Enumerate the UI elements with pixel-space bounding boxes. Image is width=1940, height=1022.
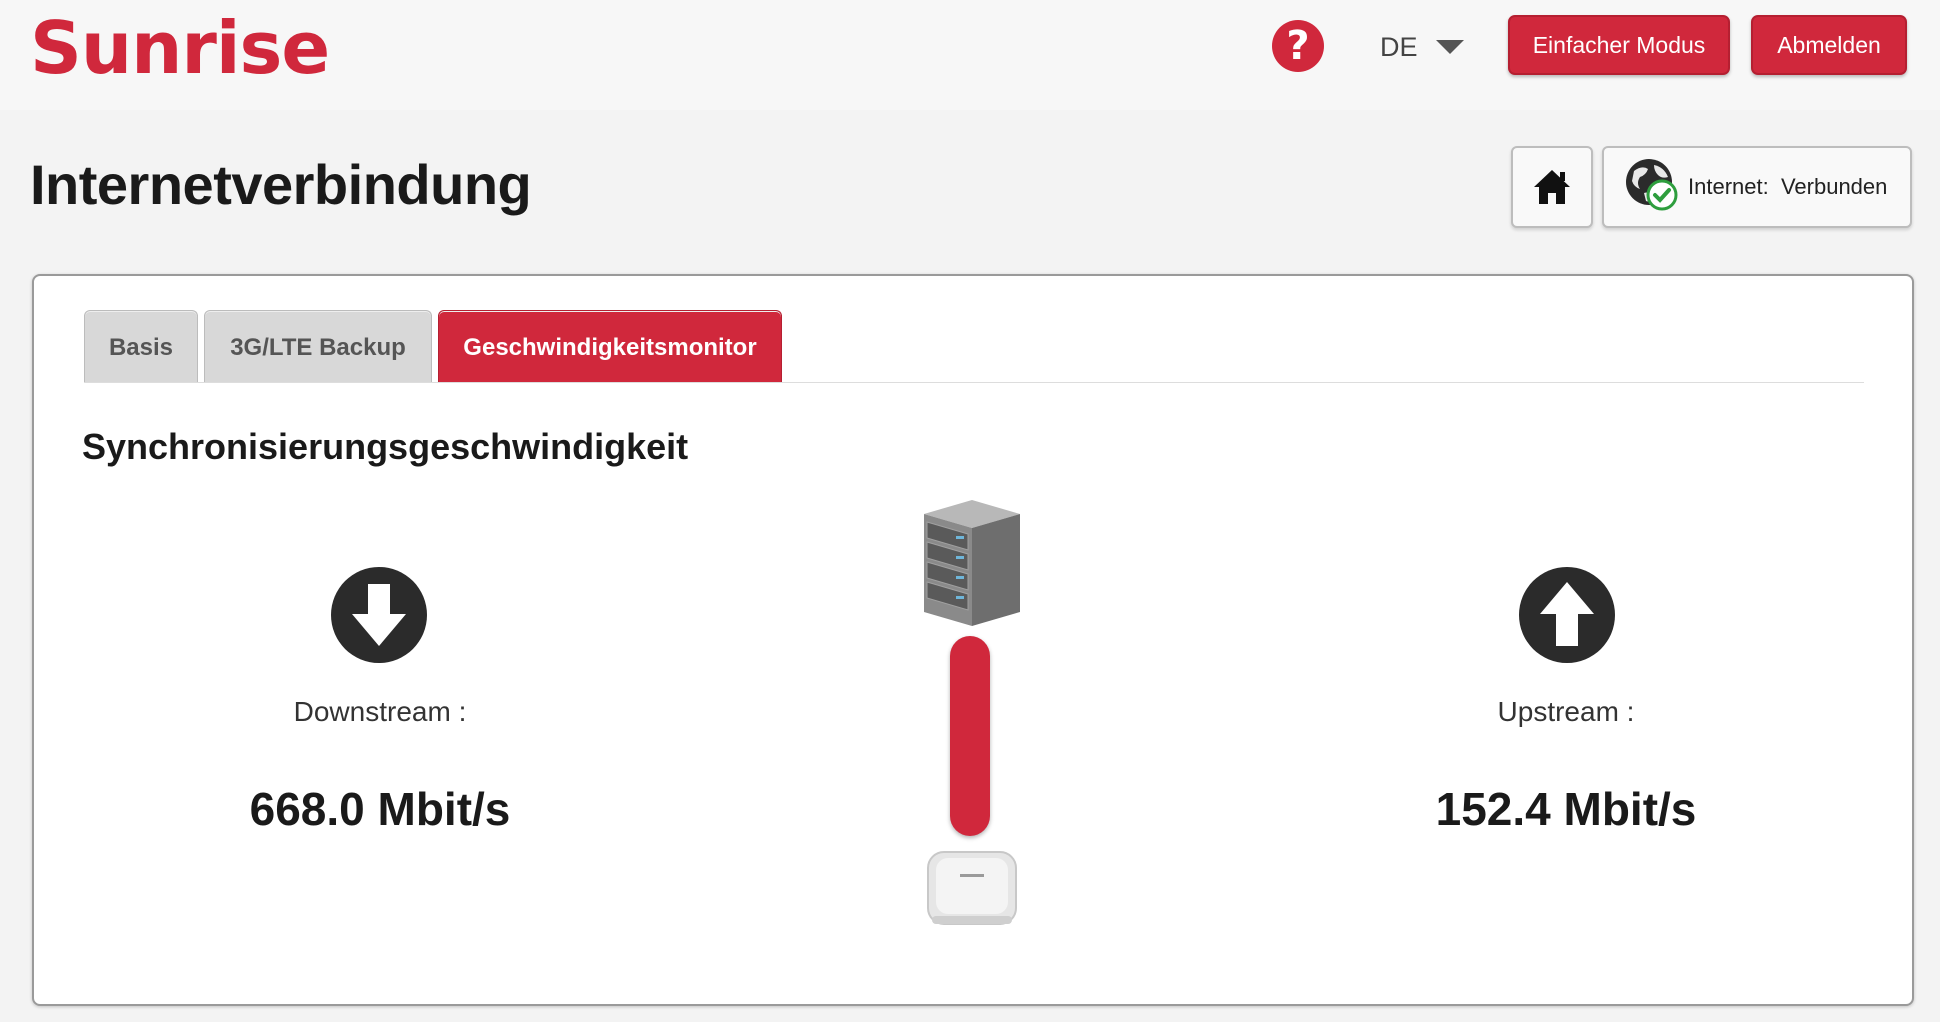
home-button[interactable] — [1511, 146, 1593, 228]
tab-3g-lte-backup[interactable]: 3G/LTE Backup — [204, 310, 432, 383]
simple-mode-button[interactable]: Einfacher Modus — [1508, 15, 1730, 75]
globe-check-icon — [1626, 159, 1678, 211]
upstream-label: Upstream : — [1497, 696, 1635, 727]
section-title: Synchronisierungsgeschwindigkeit — [82, 426, 689, 467]
chevron-down-icon[interactable] — [1436, 40, 1464, 54]
logout-button[interactable]: Abmelden — [1751, 15, 1907, 75]
sunrise-logo[interactable]: Sunrise — [30, 6, 330, 90]
internet-status-button[interactable]: Internet: Verbunden — [1602, 146, 1912, 228]
top-bar: Sunrise ? DE Einfacher Modus Abmelden — [0, 0, 1940, 110]
page-title: Internetverbindung — [30, 153, 532, 216]
downstream-label: Downstream : — [293, 696, 467, 727]
internet-status-value: Verbunden — [1780, 174, 1888, 199]
downstream-value: 668.0 Mbit/s — [249, 783, 511, 835]
upstream-value: 152.4 Mbit/s — [1435, 783, 1697, 835]
router-icon — [927, 851, 1017, 925]
language-selector[interactable]: DE — [1380, 32, 1418, 63]
internet-status-label: Internet: Verbunden — [1688, 174, 1888, 199]
connection-bar — [950, 636, 990, 836]
speed-monitor-card: Basis 3G/LTE Backup Geschwindigkeitsmoni… — [32, 274, 1914, 1006]
home-icon — [1534, 170, 1570, 204]
server-icon — [924, 500, 1020, 626]
arrow-down-circle-icon — [331, 567, 427, 663]
tab-divider — [84, 382, 1864, 383]
arrow-up-circle-icon — [1519, 567, 1615, 663]
tab-geschwindigkeitsmonitor[interactable]: Geschwindigkeitsmonitor — [438, 310, 782, 383]
help-icon[interactable]: ? — [1272, 20, 1324, 72]
tab-basis[interactable]: Basis — [84, 310, 198, 383]
